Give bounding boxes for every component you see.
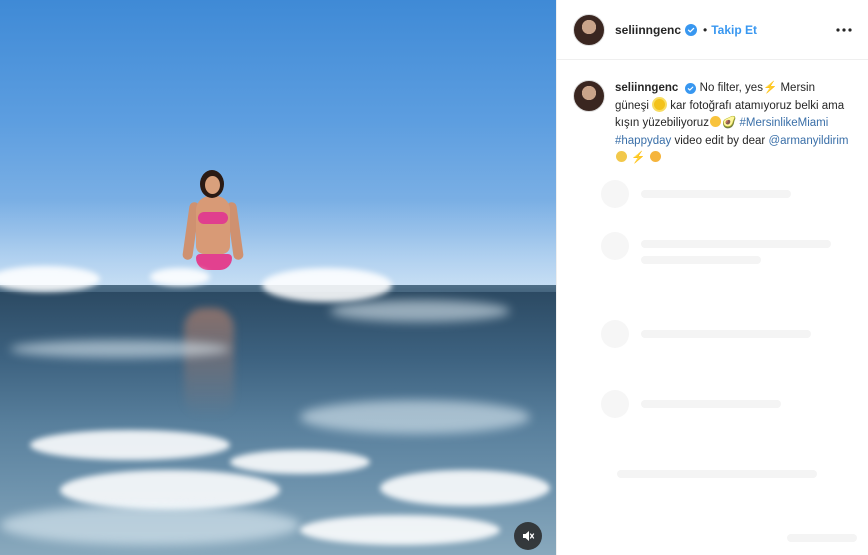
separator-dot: • xyxy=(703,22,708,37)
wave-foam xyxy=(300,400,530,434)
caption: seliinngenc No filter, yes⚡ Mersin güneş… xyxy=(557,60,868,168)
comment-placeholder-avatar xyxy=(601,390,629,418)
wave-foam xyxy=(30,430,230,460)
comment-placeholder xyxy=(617,470,817,478)
caption-segment: video edit by dear xyxy=(671,134,769,147)
wave-foam xyxy=(0,505,300,545)
wave-foam xyxy=(150,268,210,286)
comment-placeholder xyxy=(641,190,791,198)
heart-eyes-emoji-icon xyxy=(649,151,661,162)
hashtag-link[interactable]: #happyday xyxy=(615,135,671,147)
wave-foam xyxy=(300,515,500,545)
smiling-face-emoji-icon xyxy=(709,116,721,127)
wave-foam xyxy=(330,300,510,322)
hug-emoji-icon xyxy=(616,151,627,162)
comment-placeholder-avatar xyxy=(601,320,629,348)
post-media[interactable] xyxy=(0,0,556,555)
speaker-muted-icon xyxy=(523,531,535,541)
lightning-emoji: ⚡ xyxy=(631,152,646,164)
verified-badge-icon xyxy=(685,23,698,36)
comment-placeholder xyxy=(641,256,761,264)
wave-foam xyxy=(380,470,550,506)
caption-avatar[interactable] xyxy=(573,80,605,112)
comment-placeholder xyxy=(787,534,857,542)
caption-username[interactable]: seliinngenc xyxy=(615,82,678,94)
verified-badge-icon xyxy=(685,83,697,94)
swimmer-reflection xyxy=(184,308,234,418)
avocado-emoji: 🥑 xyxy=(721,117,737,129)
comment-placeholder xyxy=(641,240,831,248)
caption-text: seliinngenc No filter, yes⚡ Mersin güneş… xyxy=(615,80,850,168)
comment-placeholder-avatar xyxy=(601,232,629,260)
comment-placeholder-avatar xyxy=(601,180,629,208)
wave-foam xyxy=(10,340,230,358)
comment-placeholder xyxy=(641,330,811,338)
wave-foam xyxy=(230,450,370,474)
sun-emoji-icon xyxy=(654,98,666,110)
hashtag-link[interactable]: #MersinlikeMiami xyxy=(740,117,829,129)
post-header: seliinngenc • Takip Et xyxy=(557,0,868,60)
more-options-icon[interactable] xyxy=(834,20,854,40)
mute-toggle-button[interactable] xyxy=(514,522,542,550)
wave-foam xyxy=(262,268,392,302)
header-username[interactable]: seliinngenc xyxy=(615,23,681,37)
caption-segment: No filter, yes xyxy=(696,82,763,94)
comment-placeholder xyxy=(641,400,781,408)
wave-foam xyxy=(60,470,280,510)
avatar[interactable] xyxy=(573,13,605,46)
lightning-emoji: ⚡ xyxy=(762,82,778,94)
post-side-panel: seliinngenc • Takip Et seliinngenc No fi… xyxy=(556,0,868,555)
mention-link[interactable]: @armanyildirim xyxy=(768,135,848,147)
follow-button[interactable]: Takip Et xyxy=(711,23,757,37)
